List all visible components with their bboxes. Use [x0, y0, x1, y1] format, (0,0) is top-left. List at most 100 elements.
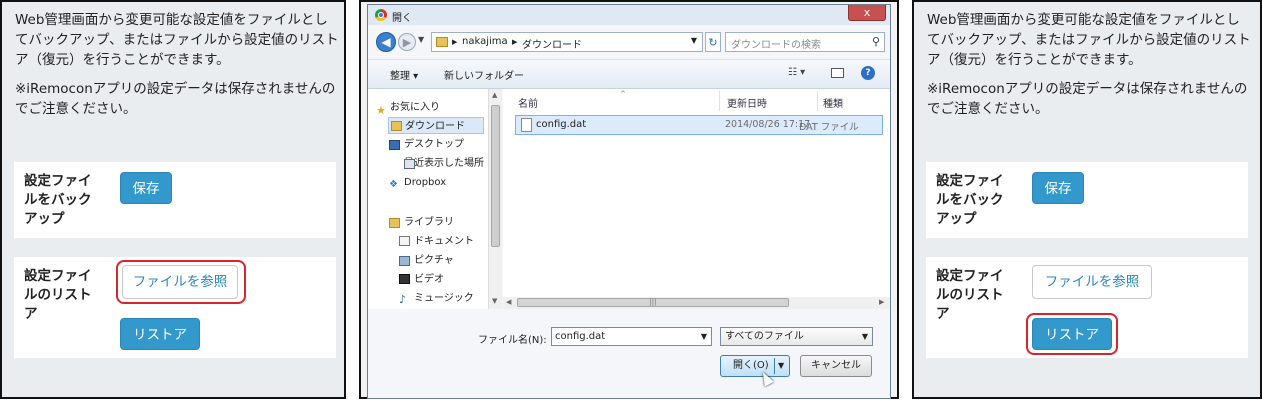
- downloads-folder-icon: [391, 121, 402, 131]
- cancel-button[interactable]: キャンセル: [800, 355, 872, 377]
- intro-paragraph: Web管理画面から変更可能な設定値をファイルとしてバックアップ、またはファイルか…: [15, 12, 339, 68]
- scroll-up-icon[interactable]: ▲: [492, 91, 497, 99]
- search-placeholder: ダウンロードの検索: [731, 40, 821, 51]
- desktop-icon: [389, 140, 400, 150]
- browse-file-button[interactable]: ファイルを参照: [1032, 265, 1152, 299]
- file-type: DAT ファイル: [799, 122, 859, 133]
- filename-dropdown-icon[interactable]: ▼: [701, 328, 707, 345]
- backup-label: 設定ファイルをバックアップ: [24, 173, 92, 227]
- save-button[interactable]: 保存: [120, 172, 172, 204]
- file-icon: [521, 118, 532, 132]
- nav-item-recent-places[interactable]: 最近表示した場所: [404, 155, 488, 172]
- breadcrumb-user[interactable]: nakajima: [462, 36, 508, 47]
- nav-scroll-thumb[interactable]: [491, 105, 500, 247]
- right-settings-panel: Web管理画面から変更可能な設定値をファイルとしてバックアップ、またはファイルか…: [912, 0, 1262, 399]
- column-header-modified[interactable]: 更新日時: [727, 95, 767, 110]
- dialog-title: 開く: [392, 13, 412, 24]
- address-dropdown-icon[interactable]: ▼: [691, 36, 697, 45]
- sort-ascending-icon: ^: [620, 90, 626, 98]
- dropbox-icon: ❖: [389, 179, 398, 190]
- nav-scrollbar[interactable]: ▲ ▼: [488, 89, 502, 309]
- scroll-down-icon[interactable]: ▼: [492, 297, 497, 305]
- chrome-icon: [375, 9, 387, 21]
- filename-value: config.dat: [555, 331, 606, 342]
- file-modified: 2014/08/26 17:17: [725, 119, 811, 130]
- music-icon: ♪: [399, 293, 407, 306]
- file-list-pane: 名前 ^ 更新日時 種類 config.dat 2014/08/26 17:17…: [503, 89, 890, 297]
- note-paragraph: ※iRemoconアプリの設定データは保存されませんのでご注意ください。: [15, 81, 336, 117]
- nav-item-desktop[interactable]: デスクトップ: [389, 136, 464, 153]
- scroll-left-icon[interactable]: ◀: [506, 298, 511, 306]
- breadcrumb-separator-icon: ▶: [512, 38, 518, 46]
- column-header-type[interactable]: 種類: [823, 95, 843, 110]
- command-toolbar: 整理 ▾ 新しいフォルダー ☷ ▾ ?: [368, 59, 890, 89]
- star-icon: ★: [376, 104, 386, 117]
- save-button[interactable]: 保存: [1032, 172, 1084, 204]
- search-box[interactable]: ダウンロードの検索 ⚲: [725, 32, 885, 52]
- open-file-dialog: 開く x ◀ ▶ ▼ ▶ nakajima ▶ ダウンロード ▼ ↻ ダウンロー…: [367, 4, 891, 399]
- view-options-icon[interactable]: ☷ ▾: [788, 67, 805, 78]
- folder-icon: [436, 37, 448, 47]
- file-name: config.dat: [536, 119, 587, 130]
- intro-text-block: Web管理画面から変更可能な設定値をファイルとしてバックアップ、またはファイルか…: [927, 10, 1253, 128]
- open-dropdown-icon[interactable]: ▼: [778, 356, 784, 376]
- pictures-icon: [399, 256, 410, 266]
- column-divider[interactable]: [817, 91, 818, 111]
- recent-places-icon: [404, 159, 415, 169]
- preview-pane-icon[interactable]: [831, 68, 844, 78]
- search-icon[interactable]: ⚲: [872, 35, 880, 48]
- column-header-name[interactable]: 名前: [518, 95, 538, 110]
- nav-item-pictures[interactable]: ピクチャ: [399, 252, 454, 269]
- open-button[interactable]: 開く(O) ▼: [720, 355, 790, 377]
- library-icon: [389, 218, 400, 228]
- documents-icon: [399, 236, 410, 246]
- filetype-dropdown-icon[interactable]: ▼: [862, 328, 868, 345]
- filetype-value: すべてのファイル: [725, 331, 804, 342]
- left-settings-panel: Web管理画面から変更可能な設定値をファイルとしてバックアップ、またはファイルか…: [0, 0, 346, 399]
- backup-card: 設定ファイルをバックアップ 保存: [926, 162, 1248, 238]
- restore-card: 設定ファイルのリストア ファイルを参照 リストア: [14, 257, 336, 358]
- address-row: ◀ ▶ ▼ ▶ nakajima ▶ ダウンロード ▼ ↻ ダウンロードの検索 …: [368, 27, 890, 55]
- restore-label: 設定ファイルのリストア: [24, 268, 92, 322]
- back-arrow-icon[interactable]: ◀: [376, 32, 396, 52]
- history-dropdown-icon[interactable]: ▼: [418, 35, 424, 44]
- nav-favorites-header[interactable]: ★ お気に入り: [376, 99, 440, 117]
- backup-label: 設定ファイルをバックアップ: [936, 173, 1004, 227]
- video-icon: [399, 274, 410, 284]
- nav-item-music[interactable]: ♪ ミュージック: [399, 290, 474, 307]
- restore-label: 設定ファイルのリストア: [936, 268, 1004, 322]
- backup-card: 設定ファイルをバックアップ 保存: [14, 162, 336, 238]
- nav-item-videos[interactable]: ビデオ: [399, 271, 444, 288]
- nav-item-dropbox[interactable]: ❖ Dropbox: [389, 174, 446, 191]
- breadcrumb-separator-icon: ▶: [452, 38, 458, 46]
- new-folder-button[interactable]: 新しいフォルダー: [444, 67, 524, 82]
- help-icon[interactable]: ?: [861, 66, 875, 80]
- split-divider: [774, 358, 775, 374]
- filename-input[interactable]: config.dat ▼: [551, 327, 712, 346]
- close-button[interactable]: x: [848, 5, 886, 21]
- highlight-restore: [1026, 313, 1118, 355]
- address-bar[interactable]: ▶ nakajima ▶ ダウンロード ▼: [431, 32, 703, 52]
- file-horizontal-scrollbar[interactable]: ◀ ||| ▶: [503, 297, 890, 309]
- nav-libraries-header[interactable]: ライブラリ: [389, 214, 454, 231]
- filetype-select[interactable]: すべてのファイル ▼: [720, 327, 873, 346]
- filename-label: ファイル名(N):: [478, 335, 547, 346]
- forward-arrow-icon[interactable]: ▶: [398, 33, 416, 51]
- restore-button[interactable]: リストア: [120, 318, 200, 350]
- horizontal-scroll-thumb[interactable]: |||: [517, 298, 789, 307]
- intro-paragraph: Web管理画面から変更可能な設定値をファイルとしてバックアップ、またはファイルか…: [927, 12, 1251, 68]
- dialog-titlebar[interactable]: 開く x: [368, 5, 890, 25]
- refresh-icon[interactable]: ↻: [705, 32, 721, 52]
- organize-menu[interactable]: 整理 ▾: [390, 67, 418, 82]
- nav-item-documents[interactable]: ドキュメント: [399, 233, 474, 250]
- scroll-right-icon[interactable]: ▶: [879, 298, 884, 306]
- breadcrumb-downloads[interactable]: ダウンロード: [522, 36, 582, 51]
- column-divider[interactable]: [719, 91, 720, 111]
- nav-item-downloads[interactable]: ダウンロード: [388, 117, 484, 134]
- file-row[interactable]: config.dat 2014/08/26 17:17 DAT ファイル: [515, 115, 883, 135]
- note-paragraph: ※iRemoconアプリの設定データは保存されませんのでご注意ください。: [927, 81, 1248, 117]
- intro-text-block: Web管理画面から変更可能な設定値をファイルとしてバックアップ、またはファイルか…: [15, 10, 341, 128]
- highlight-browse: [116, 260, 246, 304]
- navigation-pane: ★ お気に入り ダウンロード デスクトップ 最近表示した場所 ❖ Dropbox…: [368, 89, 488, 309]
- restore-card: 設定ファイルのリストア ファイルを参照 リストア: [926, 257, 1248, 358]
